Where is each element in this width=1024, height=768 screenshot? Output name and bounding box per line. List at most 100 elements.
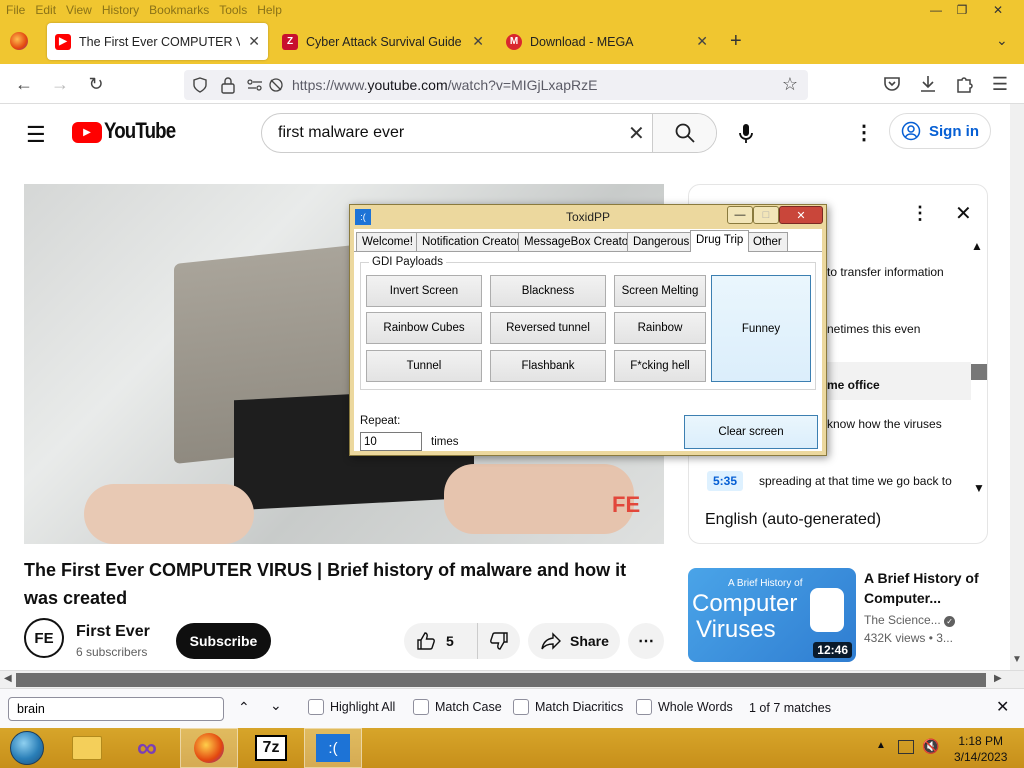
scroll-right-arrow-icon[interactable]: ▶ bbox=[994, 673, 1002, 684]
extensions-puzzle-icon[interactable] bbox=[952, 72, 976, 96]
taskbar-7zip[interactable]: 7z bbox=[242, 728, 300, 768]
transcript-line[interactable]: to transfer information bbox=[827, 265, 944, 279]
find-previous-icon[interactable]: ⌃ bbox=[238, 699, 250, 716]
bookmark-star-icon[interactable]: ☆ bbox=[782, 74, 798, 95]
menu-view[interactable]: View bbox=[66, 0, 92, 20]
repeat-input[interactable] bbox=[360, 432, 422, 451]
horizontal-scrollbar[interactable]: ◀ ▶ bbox=[0, 670, 1024, 688]
firefox-view-icon[interactable] bbox=[10, 32, 28, 50]
tab-drug-trip[interactable]: Drug Trip bbox=[690, 230, 750, 252]
transcript-language[interactable]: English (auto-generated) bbox=[705, 511, 881, 529]
tab-notification-creator[interactable]: Notification Creator bbox=[416, 232, 527, 251]
shield-icon[interactable] bbox=[192, 77, 208, 93]
match-diacritics-checkbox[interactable]: Match Diacritics bbox=[513, 699, 623, 715]
permissions-icon[interactable] bbox=[246, 77, 264, 93]
hamburger-menu-icon[interactable]: ☰ bbox=[988, 72, 1012, 96]
settings-dots-icon[interactable]: ⋮ bbox=[854, 120, 874, 145]
forward-arrow-icon[interactable]: → bbox=[48, 72, 72, 96]
toxid-close-button[interactable]: ✕ bbox=[779, 206, 823, 224]
new-tab-button[interactable]: + bbox=[730, 30, 742, 53]
scroll-up-icon[interactable]: ▲ bbox=[971, 239, 983, 253]
show-hidden-icons-icon[interactable]: ▲ bbox=[876, 740, 886, 751]
menu-bookmarks[interactable]: Bookmarks bbox=[149, 0, 209, 20]
taskbar-visual-studio[interactable]: ∞ bbox=[118, 728, 176, 768]
tab-welcome[interactable]: Welcome! bbox=[356, 232, 419, 251]
autoplay-blocked-icon[interactable] bbox=[268, 77, 284, 93]
transcript-line[interactable]: me office bbox=[827, 378, 880, 392]
menu-file[interactable]: File bbox=[6, 0, 25, 20]
tab-messagebox-creator[interactable]: MessageBox Creator bbox=[518, 232, 639, 251]
rainbow-button[interactable]: Rainbow bbox=[614, 312, 706, 344]
clear-search-icon[interactable]: ✕ bbox=[628, 121, 645, 146]
network-icon[interactable] bbox=[898, 740, 914, 754]
find-input[interactable] bbox=[8, 697, 224, 721]
sign-in-button[interactable]: Sign in bbox=[889, 113, 991, 149]
match-case-checkbox[interactable]: Match Case bbox=[413, 699, 502, 715]
tunnel-button[interactable]: Tunnel bbox=[366, 350, 482, 382]
transcript-close-icon[interactable]: ✕ bbox=[955, 201, 972, 226]
tab-close-icon[interactable]: ✕ bbox=[248, 33, 260, 50]
funney-button[interactable]: Funney bbox=[711, 275, 811, 382]
screen-melting-button[interactable]: Screen Melting bbox=[614, 275, 706, 307]
menu-edit[interactable]: Edit bbox=[35, 0, 56, 20]
url-bar[interactable]: https://www.youtube.com/watch?v=MIGjLxap… bbox=[184, 70, 808, 100]
vertical-scrollbar[interactable]: ▼ bbox=[1010, 104, 1024, 670]
blackness-button[interactable]: Blackness bbox=[490, 275, 606, 307]
list-tabs-chevron-icon[interactable]: ⌄ bbox=[996, 32, 1008, 49]
start-button[interactable] bbox=[0, 728, 54, 768]
youtube-logo-icon[interactable]: ▶ bbox=[72, 122, 102, 143]
more-actions-button[interactable]: ⋯ bbox=[628, 623, 664, 659]
tab-close-icon[interactable]: ✕ bbox=[472, 33, 484, 50]
tab-cyber-attack[interactable]: Z Cyber Attack Survival Guide - Z ✕ bbox=[274, 23, 492, 60]
scroll-down-arrow-icon[interactable]: ▼ bbox=[1012, 654, 1022, 665]
find-next-icon[interactable]: ⌄ bbox=[270, 697, 282, 714]
subscribe-button[interactable]: Subscribe bbox=[176, 623, 271, 659]
channel-avatar[interactable]: FE bbox=[24, 618, 64, 658]
taskbar-clock[interactable]: 1:18 PM 3/14/2023 bbox=[954, 733, 1007, 765]
url-text[interactable]: https://www.youtube.com/watch?v=MIGjLxap… bbox=[292, 77, 597, 93]
toxidpp-titlebar[interactable]: ToxidPP :( — □ ✕ bbox=[350, 205, 826, 229]
recommended-title[interactable]: A Brief History of Computer... bbox=[864, 568, 1004, 608]
downloads-icon[interactable] bbox=[916, 72, 940, 96]
recommended-channel[interactable]: The Science... ✓ bbox=[864, 613, 956, 627]
highlight-all-checkbox[interactable]: Highlight All bbox=[308, 699, 395, 715]
back-arrow-icon[interactable]: ← bbox=[12, 72, 36, 96]
dislike-button[interactable] bbox=[478, 623, 520, 659]
transcript-scroll-thumb[interactable] bbox=[971, 364, 987, 380]
like-button[interactable]: 5 bbox=[404, 623, 478, 659]
youtube-logo-text[interactable]: YouTube bbox=[104, 118, 176, 144]
tab-other[interactable]: Other bbox=[747, 232, 788, 251]
channel-name[interactable]: First Ever bbox=[76, 623, 150, 641]
fcking-hell-button[interactable]: F*cking hell bbox=[614, 350, 706, 382]
transcript-current-text[interactable]: spreading at that time we go back to bbox=[759, 474, 952, 488]
flashbank-button[interactable]: Flashbank bbox=[490, 350, 606, 382]
transcript-menu-icon[interactable]: ⋮ bbox=[911, 203, 929, 224]
invert-screen-button[interactable]: Invert Screen bbox=[366, 275, 482, 307]
whole-words-checkbox[interactable]: Whole Words bbox=[636, 699, 733, 715]
volume-muted-icon[interactable]: 🔇 bbox=[922, 738, 939, 755]
find-close-icon[interactable]: ✕ bbox=[996, 697, 1009, 717]
tab-mega[interactable]: M Download - MEGA ✕ bbox=[498, 23, 716, 60]
menu-history[interactable]: History bbox=[102, 0, 139, 20]
tab-dangerous[interactable]: Dangerous bbox=[627, 232, 696, 251]
timestamp-badge[interactable]: 5:35 bbox=[707, 471, 744, 491]
lock-icon[interactable] bbox=[220, 76, 236, 94]
taskbar-firefox[interactable] bbox=[180, 728, 238, 768]
search-input[interactable] bbox=[278, 124, 618, 142]
window-close-button[interactable]: ✕ bbox=[983, 1, 1013, 19]
transcript-line[interactable]: netimes this even bbox=[827, 322, 920, 336]
taskbar-toxidpp[interactable]: :( bbox=[304, 728, 362, 768]
window-restore-button[interactable]: ❐ bbox=[947, 1, 977, 19]
menu-help[interactable]: Help bbox=[257, 0, 282, 20]
tab-youtube[interactable]: ▶ The First Ever COMPUTER VIRUS ✕ bbox=[47, 23, 268, 60]
scroll-down-icon[interactable]: ▼ bbox=[973, 481, 985, 495]
toxid-maximize-button[interactable]: □ bbox=[753, 206, 779, 224]
reload-icon[interactable]: ↻ bbox=[84, 72, 108, 96]
horizontal-scroll-thumb[interactable] bbox=[16, 673, 986, 687]
microphone-icon[interactable] bbox=[736, 122, 756, 146]
share-button[interactable]: Share bbox=[528, 623, 620, 659]
clear-screen-button[interactable]: Clear screen bbox=[684, 415, 818, 449]
toxid-minimize-button[interactable]: — bbox=[727, 206, 753, 224]
guide-menu-icon[interactable]: ☰ bbox=[26, 122, 46, 148]
recommended-thumbnail[interactable]: A Brief History of Computer Viruses 12:4… bbox=[688, 568, 856, 662]
